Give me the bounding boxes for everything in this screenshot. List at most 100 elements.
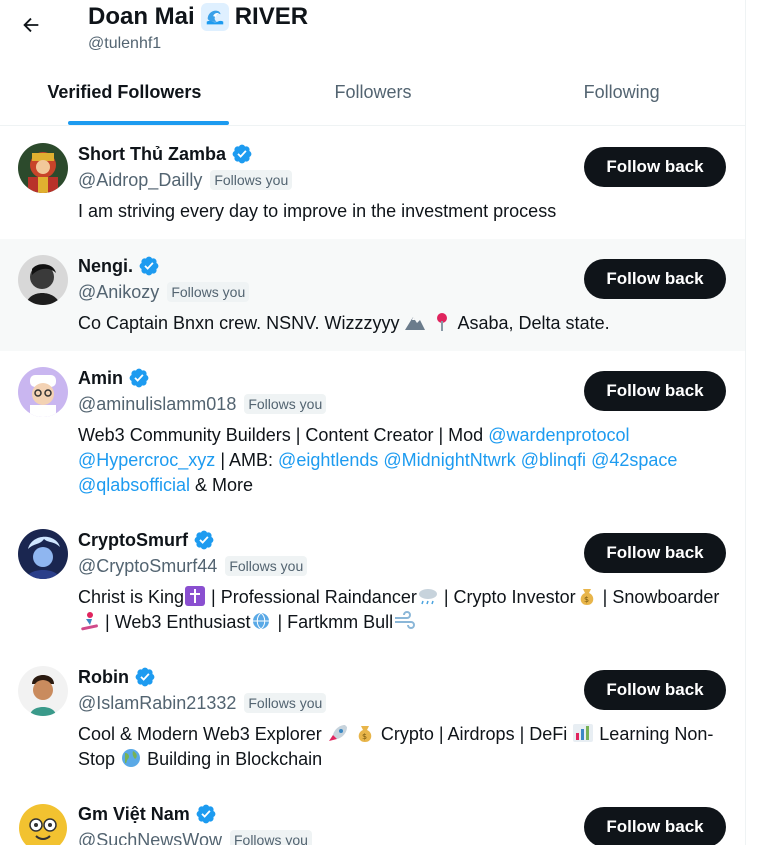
mention-link[interactable]: @wardenprotocol [488,425,629,445]
list-item[interactable]: Robin @IslamRabin21332 Follows you Cool … [0,650,745,787]
list-item[interactable]: Amin @aminulislamm018 Follows you Web3 C… [0,351,745,513]
back-button[interactable] [14,8,48,42]
rain-cloud-icon [418,589,437,605]
mention-link[interactable]: @42space [591,450,677,470]
profile-followers-page: Doan Mai RIVER @tulenhf1 Verified Follow… [0,0,746,845]
user-bio: I am striving every day to improve in th… [78,201,557,221]
bio-text: Snowboarder [612,587,720,607]
verified-badge-icon [134,666,156,688]
bio-text: & More [195,475,254,495]
money-bag-icon: $ [580,589,593,605]
active-tab-indicator [68,121,229,125]
svg-text:$: $ [584,595,589,604]
user-bio: Christ is King | Professional Raindancer… [78,585,726,635]
dash-icon [395,611,416,629]
list-item[interactable]: Short Thủ Zamba @Aidrop_Dailly Follows y… [0,127,745,239]
follow-back-button[interactable]: Follow back [584,259,726,299]
tab-following[interactable]: Following [497,70,745,125]
mention-link[interactable]: @blinqfi [521,450,586,470]
user-name[interactable]: Robin [78,664,129,690]
verified-badge-icon [195,803,217,825]
profile-handle: @tulenhf1 [88,35,162,52]
bio-text: Crypto | Airdrops | DeFi [380,724,568,744]
user-bio: Co Captain Bnxn crew. NSNV. Wizzzyyy Asa… [78,311,726,336]
snowboarder-icon [81,612,98,631]
pin-icon [437,313,448,331]
profile-name: Doan Mai RIVER [88,1,308,33]
follows-you-badge: Follows you [210,170,293,190]
follows-you-badge: Follows you [167,282,250,302]
verified-badge-icon [193,529,215,551]
tab-label: Followers [334,82,412,102]
bio-text: Building in Blockchain [147,749,323,769]
follow-back-button[interactable]: Follow back [584,533,726,573]
user-name[interactable]: Gm Việt Nam [78,801,190,827]
cross-icon [185,586,206,606]
bio-text: | [602,587,608,607]
follower-tabs: Verified Followers Followers Following [0,70,745,126]
money-bag-icon: $ [358,726,372,742]
avatar[interactable] [18,255,68,305]
user-handle: @Aidrop_Dailly [78,170,203,190]
bio-text: | Fartkmm Bull [277,612,394,632]
svg-text:$: $ [362,732,367,741]
avatar[interactable] [18,367,68,417]
follows-you-badge: Follows you [244,693,327,713]
user-name[interactable]: CryptoSmurf [78,527,188,553]
rocket-icon [328,725,347,741]
list-item[interactable]: Nengi. @Anikozy Follows you Co Captain B… [0,239,745,351]
follow-back-button[interactable]: Follow back [584,807,726,845]
follows-you-badge: Follows you [229,830,312,845]
avatar[interactable] [18,803,68,845]
bio-text: Christ is King [78,587,185,607]
user-name[interactable]: Amin [78,365,123,391]
profile-title-block: Doan Mai RIVER @tulenhf1 [88,1,308,54]
user-handle: @aminulislamm018 [78,394,237,414]
tab-label: Verified Followers [47,82,202,102]
follows-you-badge: Follows you [244,394,327,414]
bio-text: | Web3 Enthusiast [105,612,251,632]
user-bio: Web3 Community Builders | Content Creato… [78,423,726,498]
wave-icon [200,3,229,31]
bio-text: Web3 Community Builders | Content Creato… [78,425,484,445]
bio-text: Co Captain Bnxn crew. NSNV. Wizzzyyy [78,313,400,333]
bio-text: | Crypto Investor [443,587,576,607]
mention-link[interactable]: @eightlends [278,450,378,470]
user-bio: Cool & Modern Web3 Explorer $ Crypto | A… [78,722,726,772]
globe-icon [253,612,270,630]
verified-badge-icon [128,367,150,389]
bio-text: | AMB: [220,450,274,470]
profile-name-text: Doan Mai [88,3,195,30]
bar-chart-icon [573,724,594,742]
tab-label: Following [583,82,660,102]
earth-icon [122,749,141,767]
list-item[interactable]: CryptoSmurf @CryptoSmurf44 Follows you C… [0,513,745,650]
mention-link[interactable]: @MidnightNtwrk [383,450,515,470]
bio-text: Asaba, Delta state. [457,313,610,333]
verified-badge-icon [231,143,253,165]
tab-followers[interactable]: Followers [249,70,498,125]
bio-text: | Professional Raindancer [211,587,417,607]
user-name[interactable]: Short Thủ Zamba [78,141,226,167]
user-handle: @IslamRabin21332 [78,693,237,713]
avatar[interactable] [18,666,68,716]
bio-text: Learning [599,724,670,744]
mention-link[interactable]: @Hypercroc_xyz [78,450,215,470]
follows-you-badge: Follows you [225,556,308,576]
follow-back-button[interactable]: Follow back [584,670,726,710]
list-item[interactable]: Gm Việt Nam @SuchNewsWow Follows you Fol… [0,787,745,845]
user-handle: @CryptoSmurf44 [78,556,218,576]
bio-text: Cool & Modern Web3 Explorer [78,724,322,744]
user-name[interactable]: Nengi. [78,253,133,279]
mountain-icon [405,317,426,330]
tab-verified-followers[interactable]: Verified Followers [0,70,249,125]
avatar[interactable] [18,529,68,579]
avatar[interactable] [18,143,68,193]
user-handle: @SuchNewsWow [78,830,222,845]
profile-name-suffix: RIVER [234,3,309,30]
mention-link[interactable]: @qlabsofficial [78,475,190,495]
follow-back-button[interactable]: Follow back [584,147,726,187]
arrow-left-icon [23,17,39,33]
follow-back-button[interactable]: Follow back [584,371,726,411]
follower-list: Short Thủ Zamba @Aidrop_Dailly Follows y… [0,127,745,845]
